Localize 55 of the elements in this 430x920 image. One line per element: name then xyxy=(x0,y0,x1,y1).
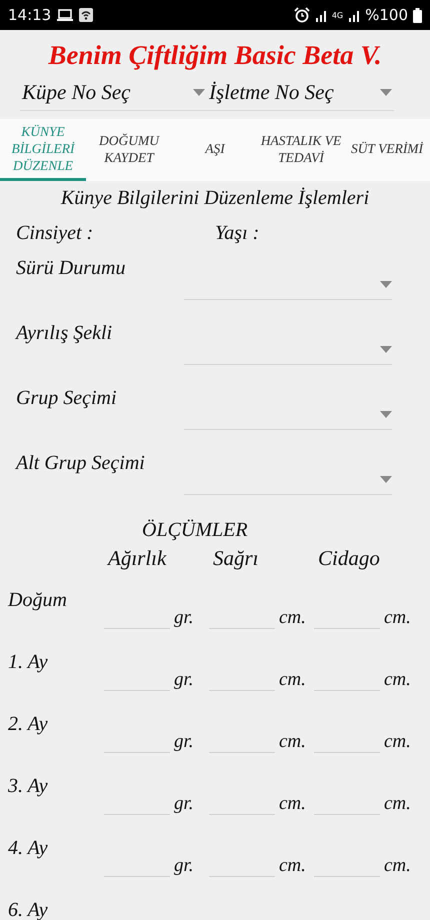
unit-label: gr. xyxy=(174,855,194,877)
field-label: Cinsiyet : xyxy=(16,222,94,245)
row-label: Doğum xyxy=(8,589,68,612)
network-type: 4G xyxy=(332,10,344,20)
field-label: Ayrılış Şekli xyxy=(16,322,112,345)
tab[interactable]: KÜNYE BİLGİLERİ DÜZENLE xyxy=(0,119,86,181)
unit-label: cm. xyxy=(384,855,411,877)
caret-icon xyxy=(380,476,392,482)
field-label: Alt Grup Seçimi xyxy=(16,452,145,475)
unit-label: gr. xyxy=(174,669,194,691)
caret-icon xyxy=(380,88,392,96)
dropdown[interactable]: İşletme No Seç xyxy=(207,74,394,110)
alarm-clock-icon xyxy=(294,7,310,23)
unit-label: cm. xyxy=(279,855,306,877)
caret-icon xyxy=(380,280,392,288)
wifi-icon xyxy=(79,8,94,22)
dropdown[interactable]: Küpe No Seç xyxy=(20,74,207,110)
row-label: 4. Ay xyxy=(8,837,49,860)
unit-label: gr. xyxy=(174,731,194,753)
row-label: 3. Ay xyxy=(8,775,49,798)
caret-icon xyxy=(380,346,392,352)
unit-label: cm. xyxy=(384,731,411,753)
unit-label: cm. xyxy=(384,669,411,691)
tab[interactable]: DOĞUMU KAYDET xyxy=(86,119,172,181)
row-label: 2. Ay xyxy=(8,713,49,736)
tab[interactable]: AŞI xyxy=(172,119,258,181)
unit-label: cm. xyxy=(279,793,306,815)
caret-icon xyxy=(193,88,205,96)
battery-percent: %100 xyxy=(365,6,408,24)
field-label: Yaşı : xyxy=(215,222,260,245)
column-header: Cidago xyxy=(318,546,381,571)
row-label: 6. Ay xyxy=(8,899,49,920)
caret-icon xyxy=(380,410,392,418)
signal-icon xyxy=(314,8,327,22)
unit-label: gr. xyxy=(174,607,194,629)
section-title: Künye Bilgilerini Düzenleme İşlemleri xyxy=(60,187,370,210)
signal-icon xyxy=(348,8,360,22)
unit-label: cm. xyxy=(279,669,306,691)
unit-label: cm. xyxy=(279,731,306,753)
unit-label: cm. xyxy=(384,793,411,815)
tab[interactable]: SÜT VERİMİ xyxy=(344,119,430,181)
field-label: Grup Seçimi xyxy=(16,387,117,410)
laptop-icon xyxy=(56,8,74,22)
unit-label: gr. xyxy=(174,793,194,815)
row-label: 1. Ay xyxy=(8,651,49,674)
section-title: ÖLÇÜMLER xyxy=(142,519,249,542)
column-header: Ağırlık xyxy=(108,546,168,571)
field-label: Sürü Durumu xyxy=(16,257,126,280)
tab[interactable]: HASTALIK VE TEDAVİ xyxy=(258,119,344,181)
unit-label: cm. xyxy=(279,607,306,629)
app-title: Benim Çiftliğim Basic Beta V. xyxy=(47,39,383,72)
column-header: Sağrı xyxy=(213,546,260,571)
unit-label: cm. xyxy=(384,607,411,629)
battery-icon xyxy=(413,8,422,22)
clock-time: 14:13 xyxy=(8,6,52,24)
